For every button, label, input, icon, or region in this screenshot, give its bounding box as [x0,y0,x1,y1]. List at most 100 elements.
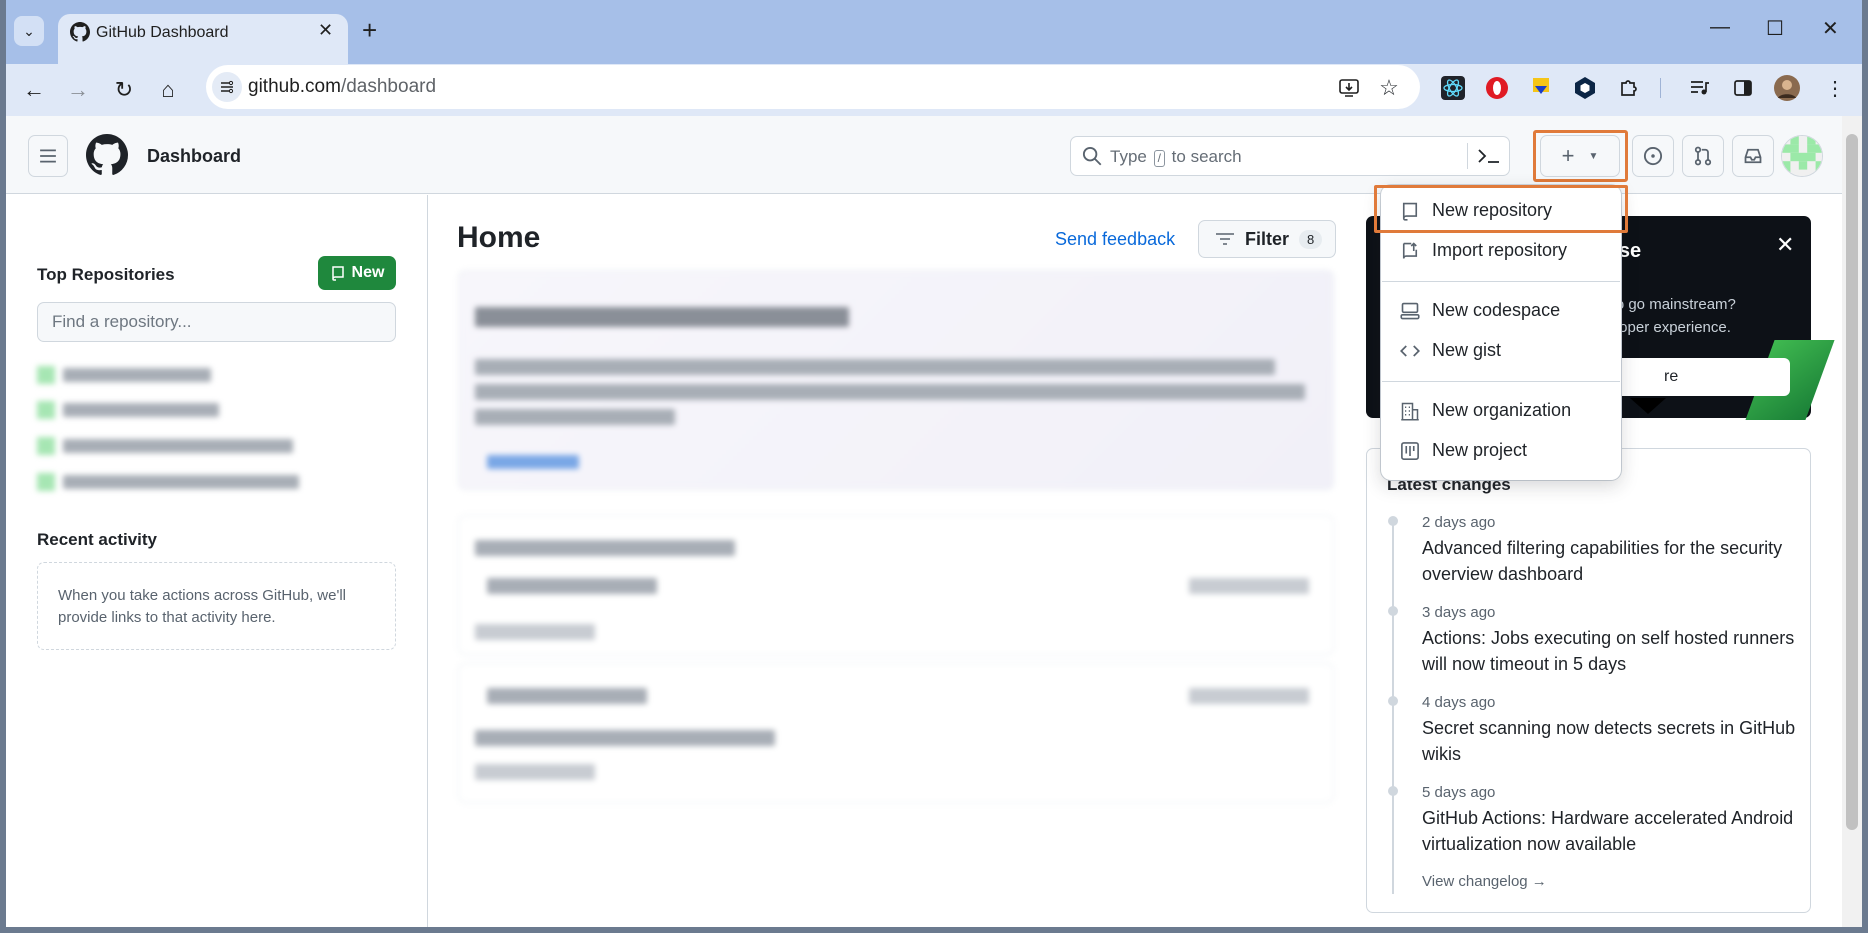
opera-extension-icon[interactable] [1484,75,1510,101]
list-item[interactable] [37,473,299,491]
side-panel-icon[interactable] [1730,75,1756,101]
profile-avatar-icon[interactable] [1774,75,1800,101]
change-link[interactable]: GitHub Actions: Hardware accelerated And… [1422,805,1802,857]
top-repositories-heading: Top Repositories [37,265,175,284]
change-link[interactable]: Secret scanning now detects secrets in G… [1422,715,1802,767]
search-divider [1467,143,1468,169]
recent-activity-heading: Recent activity [37,530,157,549]
menu-item-label: New organization [1432,400,1572,420]
menu-item-label: New gist [1432,340,1502,360]
new-repository-button[interactable]: New [318,256,396,290]
scrollbar-thumb[interactable] [1846,134,1858,830]
timeline-dot [1388,786,1398,796]
promo-graphic-triangle [1630,398,1666,414]
create-button-highlight [1533,130,1628,182]
change-date: 4 days ago [1422,694,1496,711]
menu-divider [1382,281,1620,282]
pull-requests-button[interactable] [1682,135,1724,177]
organization-icon [1401,402,1419,420]
menu-item-new-gist[interactable]: New gist [1400,340,1501,361]
global-nav-menu-button[interactable] [28,135,68,177]
recent-activity-empty: When you take actions across GitHub, we'… [37,562,396,650]
filter-count-badge: 8 [1299,229,1323,249]
find-repository-input[interactable] [37,302,396,342]
close-icon[interactable]: ✕ [1776,232,1794,258]
search-suffix: to search [1171,147,1242,166]
code-icon [1400,344,1420,357]
search-shortcut-key: / [1153,150,1165,167]
change-link[interactable]: Actions: Jobs executing on self hosted r… [1422,625,1802,677]
site-info-icon[interactable] [212,72,242,102]
tab-search-button[interactable]: ⌄ [14,16,44,46]
new-button-label: New [351,264,385,281]
change-date: 3 days ago [1422,604,1496,621]
repo-icon [331,266,344,281]
command-palette-icon[interactable] [1476,145,1502,167]
menu-divider [1382,381,1620,382]
menu-item-label: New project [1432,440,1528,460]
menu-item-new-project[interactable]: New project [1400,440,1527,461]
filter-icon [1216,233,1234,245]
view-changelog-link[interactable]: View changelog → [1422,873,1547,890]
new-tab-button[interactable]: + [362,17,377,43]
menu-item-label: Import repository [1432,240,1568,260]
back-arrow-icon[interactable]: ← [18,74,50,106]
change-link[interactable]: Advanced filtering capabilities for the … [1422,535,1802,587]
search-placeholder: Type / to search [1110,147,1242,167]
search-icon [1082,146,1102,166]
feed-card [458,270,1334,490]
menu-item-import-repository[interactable]: Import repository [1400,240,1567,261]
extensions-puzzle-icon[interactable] [1616,75,1642,101]
timeline-dot [1388,606,1398,616]
timeline-dot [1388,696,1398,706]
repo-push-icon [1402,241,1418,259]
notifications-button[interactable] [1732,135,1774,177]
github-logo-icon[interactable] [86,134,128,176]
browser-menu-icon[interactable]: ⋮ [1822,75,1848,101]
menu-item-new-codespace[interactable]: New codespace [1400,300,1560,321]
change-date: 2 days ago [1422,514,1496,531]
filter-label: Filter [1245,228,1290,249]
send-feedback-link[interactable]: Send feedback [1055,229,1175,250]
hex-extension-icon[interactable] [1572,75,1598,101]
reload-icon[interactable]: ↻ [108,74,140,106]
list-item[interactable] [37,401,219,419]
toolbar-divider [1660,78,1661,98]
feed-filter-button[interactable]: Filter 8 [1198,220,1336,258]
feed-card [458,515,1334,655]
home-icon[interactable]: ⌂ [152,74,184,106]
git-pull-request-icon [1694,146,1712,166]
issue-opened-icon [1643,146,1663,166]
menu-item-label: New codespace [1432,300,1561,320]
issues-button[interactable] [1632,135,1674,177]
forward-arrow-icon[interactable]: → [62,74,94,106]
search-prefix: Type [1110,147,1147,166]
change-date: 5 days ago [1422,784,1496,801]
inbox-icon [1744,148,1762,164]
menu-item-new-organization[interactable]: New organization [1400,400,1571,421]
promo-button[interactable]: re [1600,358,1790,396]
minimize-icon[interactable]: — [1710,16,1730,39]
changes-timeline [1392,520,1394,894]
hamburger-icon [40,149,56,163]
window-close-icon[interactable]: ✕ [1822,16,1839,41]
bookmark-star-icon[interactable]: ☆ [1376,75,1402,101]
react-devtools-icon[interactable] [1440,75,1466,101]
header-context-title[interactable]: Dashboard [147,146,241,167]
project-icon [1401,441,1419,460]
download-extension-icon[interactable] [1528,75,1554,101]
user-avatar[interactable] [1781,135,1823,177]
url-host: github.com [248,76,341,97]
feed-card [458,663,1334,803]
list-item[interactable] [37,366,211,384]
timeline-dot [1388,516,1398,526]
media-control-icon[interactable] [1686,75,1712,101]
tab-close-icon[interactable]: ✕ [318,20,333,41]
maximize-icon[interactable]: ☐ [1766,16,1784,41]
github-favicon-icon [70,22,90,42]
install-app-icon[interactable] [1336,75,1362,101]
list-item[interactable] [37,437,293,455]
new-repository-highlight [1374,185,1628,233]
page-title: Home [457,221,541,254]
url-path: /dashboard [340,76,437,97]
